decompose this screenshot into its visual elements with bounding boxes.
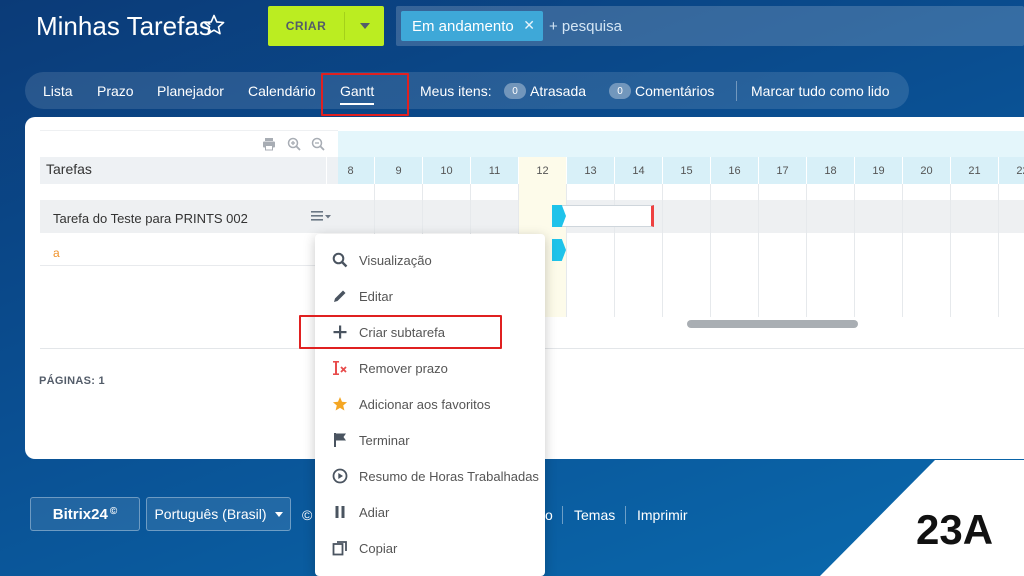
menu-item-adicionar-favoritos[interactable]: Adicionar aos favoritos [315,386,545,422]
menu-item-label: Copiar [359,540,398,556]
subtask-name[interactable]: a [53,246,60,260]
gantt-day-cell: 9 [374,157,422,184]
gantt-column-line [614,184,615,317]
filter-chip[interactable]: Em andamento ✕ [401,11,543,41]
gantt-column-line [998,184,999,317]
gantt-day-cell: 11 [470,157,518,184]
gantt-day-cell: 8 [326,157,374,184]
gantt-column-line [806,184,807,317]
gantt-day-cell: 21 [950,157,998,184]
menu-item-label: Visualização [359,252,432,268]
play-circle-icon [331,467,349,485]
weekend-cell [710,200,758,233]
menu-item-editar[interactable]: Editar [315,278,545,314]
gantt-day-cell: 13 [566,157,614,184]
gantt-column-line [710,184,711,317]
bitrix24-logo-button[interactable]: Bitrix24 © [30,497,140,531]
close-icon[interactable]: ✕ [523,17,535,34]
create-button[interactable]: CRIAR [268,6,384,46]
chevron-down-icon [274,511,283,517]
menu-item-adiar[interactable]: Adiar [315,494,545,530]
task-gantt-bar[interactable] [556,205,654,227]
menu-item-label: Adicionar aos favoritos [359,396,491,412]
tab-prazo[interactable]: Prazo [97,83,134,99]
gantt-column-line [902,184,903,317]
menu-item-label: Adiar [359,504,390,520]
gantt-day-cell: 19 [854,157,902,184]
footer-divider [625,506,626,524]
gantt-day-cell: 16 [710,157,758,184]
star-icon [331,395,349,413]
gantt-highlight-box [321,73,409,116]
overdue-count-badge: 0 [504,83,526,99]
search-placeholder[interactable]: + pesquisa [549,18,622,35]
menu-item-label: Terminar [359,432,410,448]
tab-planejador[interactable]: Planejador [157,83,224,99]
zoom-in-icon[interactable] [287,137,301,151]
menu-item-copiar[interactable]: Copiar [315,530,545,566]
tasks-column-header: Tarefas [40,157,338,184]
gantt-column-line [950,184,951,317]
gantt-day-cell: 14 [614,157,662,184]
pencil-icon [331,287,349,305]
footer-link-imprimir[interactable]: Imprimir [637,507,688,523]
tabs-divider [736,81,737,101]
overdue-filter[interactable]: Atrasada [530,83,586,99]
task-menu-icon[interactable] [310,209,332,223]
menu-item-label: Editar [359,288,393,304]
subtask-highlight-box [299,315,502,349]
gantt-column-line [758,184,759,317]
gantt-day-cell: 12 [518,157,566,184]
pause-icon [331,503,349,521]
weekend-cell [662,200,710,233]
menu-item-remover-prazo[interactable]: Remover prazo [315,350,545,386]
my-items-label: Meus itens: [420,83,492,99]
row-divider [40,265,338,266]
footer-divider [562,506,563,524]
gantt-day-cell: 22 [998,157,1024,184]
task-name[interactable]: Tarefa do Teste para PRINTS 002 [53,211,248,226]
gantt-month-header [338,131,1024,157]
horizontal-scrollbar[interactable] [687,320,858,328]
gantt-day-cell: 20 [902,157,950,184]
copy-icon [331,539,349,557]
gantt-column-line [662,184,663,317]
gantt-day-cell: 10 [422,157,470,184]
gantt-day-cell: 15 [662,157,710,184]
flag-icon [331,431,349,449]
menu-item-label: Remover prazo [359,360,448,376]
print-icon[interactable] [262,137,276,151]
comments-count-badge: 0 [609,83,631,99]
search-icon [331,251,349,269]
menu-item-terminar[interactable]: Terminar [315,422,545,458]
zoom-out-icon[interactable] [311,137,325,151]
footer-link-fragment[interactable]: o [545,507,553,523]
language-label: Português (Brasil) [154,506,267,522]
menu-item-label: Resumo de Horas Trabalhadas [359,468,539,484]
menu-item-visualizacao[interactable]: Visualização [315,242,545,278]
page-title: Minhas Tarefas [36,11,212,41]
pagination-label: PÁGINAS: 1 [39,375,105,387]
gantt-day-cell: 17 [758,157,806,184]
tab-calendario[interactable]: Calendário [248,83,316,99]
language-selector[interactable]: Português (Brasil) [146,497,291,531]
favorite-star-icon[interactable] [202,13,226,37]
create-dropdown-arrow-icon[interactable] [345,6,384,46]
gantt-column-line [854,184,855,317]
footer-copyright: © [302,507,313,523]
gantt-day-cell: 18 [806,157,854,184]
gantt-column-line [566,184,567,317]
brand-logo: 23A [916,508,993,548]
footer-logo-text: Bitrix24 [52,505,108,523]
comments-filter[interactable]: Comentários [635,83,714,99]
create-button-label: CRIAR [285,19,327,33]
brand-logo-text: 23A [916,508,993,548]
footer-link-temas[interactable]: Temas [574,507,615,523]
menu-item-resumo-horas[interactable]: Resumo de Horas Trabalhadas [315,458,545,494]
remove-deadline-icon [331,359,349,377]
mark-all-read-link[interactable]: Marcar tudo como lido [751,83,890,99]
tab-lista[interactable]: Lista [43,83,73,99]
filter-chip-label: Em andamento [412,17,514,35]
footer-logo-suffix: © [109,505,118,517]
